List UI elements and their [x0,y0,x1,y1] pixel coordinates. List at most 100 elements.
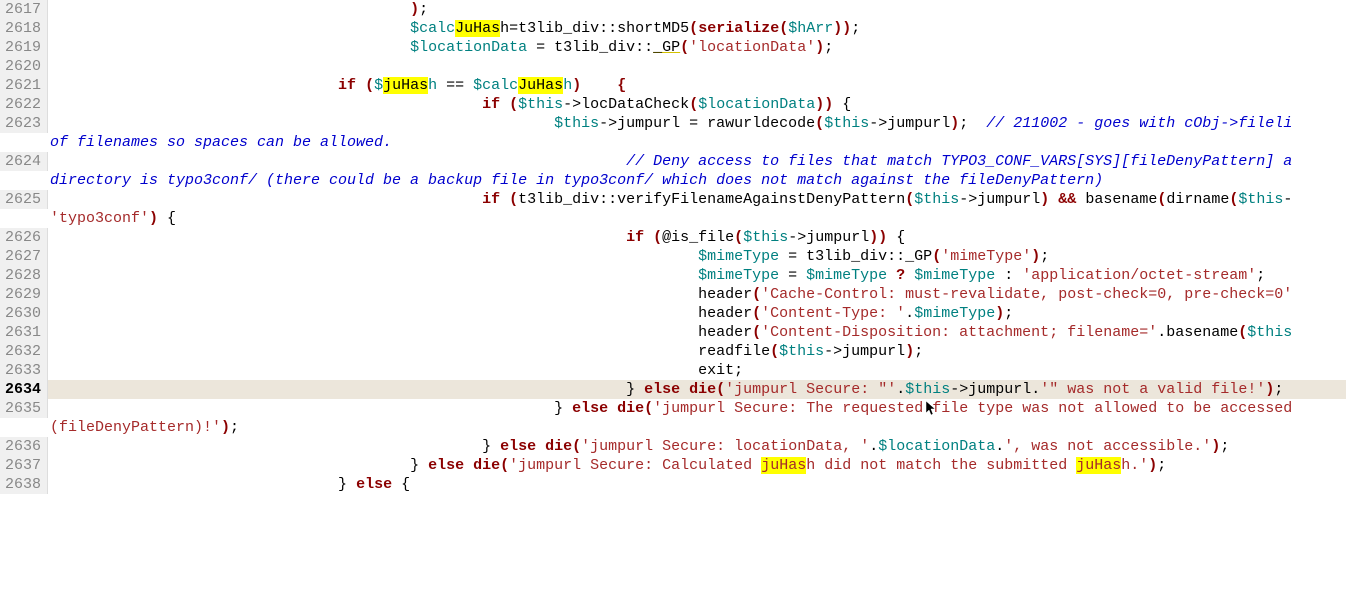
code-token: ) [149,210,158,227]
code-content[interactable]: $calcJuHash=t3lib_div::shortMD5(serializ… [48,19,1346,38]
code-content[interactable]: exit; [48,361,1346,380]
code-line[interactable]: 2633 exit; [0,361,1346,380]
code-line[interactable]: 2635 } else die('jumpurl Secure: The req… [0,399,1346,418]
line-number: 2633 [0,361,48,380]
code-content[interactable]: header('Content-Type: '.$mimeType); [48,304,1346,323]
code-token: _GP [905,248,932,265]
code-token: . [905,305,914,322]
code-line[interactable]: 2619 $locationData = t3lib_div::_GP('loc… [0,38,1346,57]
code-token: $calc [410,20,455,37]
code-line[interactable]: 2620 [0,57,1346,76]
code-token: else [356,476,392,493]
code-token: )) [833,20,851,37]
code-token: ) [995,305,1004,322]
code-content[interactable]: } else die('jumpurl Secure: The requeste… [48,399,1346,418]
code-token: ( [572,438,581,455]
code-line[interactable]: 2632 readfile($this->jumpurl); [0,342,1346,361]
code-content[interactable]: ); [48,0,1346,19]
code-token: )) [815,96,833,113]
code-token: { [887,229,905,246]
code-line[interactable]: 2638 } else { [0,475,1346,494]
code-content[interactable]: header('Cache-Control: must-revalidate, … [48,285,1346,304]
code-content[interactable]: (fileDenyPattern)!'); [48,418,1346,437]
code-token: } [626,381,644,398]
line-number: 2627 [0,247,48,266]
code-token [464,457,473,474]
code-content[interactable]: of filenames so spaces can be allowed. [48,133,1346,152]
code-line[interactable]: 2617 ); [0,0,1346,19]
code-line[interactable]: 2630 header('Content-Type: '.$mimeType); [0,304,1346,323]
code-line[interactable]: 2628 $mimeType = $mimeType ? $mimeType :… [0,266,1346,285]
code-line[interactable]: 2636 } else die('jumpurl Secure: locatio… [0,437,1346,456]
code-token: ( [1238,324,1247,341]
code-token: exit [698,362,734,379]
code-token: ; [1040,248,1049,265]
code-token: ( [752,324,761,341]
code-token: 'locationData' [689,39,815,56]
code-token: $mimeType [698,248,779,265]
code-line[interactable]: 2623 $this->jumpurl = rawurldecode($this… [0,114,1346,133]
code-content[interactable]: } else die('jumpurl Secure: "'.$this->ju… [48,380,1346,399]
code-token: : [995,267,1022,284]
code-content[interactable]: if (@is_file($this->jumpurl)) { [48,228,1346,247]
line-number: 2617 [0,0,48,19]
code-line-wrap[interactable]: of filenames so spaces can be allowed. [0,133,1346,152]
code-content[interactable]: $mimeType = $mimeType ? $mimeType : 'app… [48,266,1346,285]
code-content[interactable]: if ($this->locDataCheck($locationData)) … [48,95,1346,114]
code-line[interactable]: 2621 if ($juHash == $calcJuHash) { [0,76,1346,95]
code-content[interactable]: $mimeType = t3lib_div::_GP('mimeType'); [48,247,1346,266]
code-content[interactable]: } else { [48,475,1346,494]
code-content[interactable]: directory is typo3conf/ (there could be … [48,171,1346,190]
code-token: ; [1004,305,1013,322]
code-line[interactable]: 2631 header('Content-Disposition: attach… [0,323,1346,342]
code-token: ) [1211,438,1220,455]
code-content[interactable]: readfile($this->jumpurl); [48,342,1346,361]
code-token: $locationData [878,438,995,455]
code-line-wrap[interactable]: 'typo3conf') { [0,209,1346,228]
code-editor[interactable]: 2617 );2618 $calcJuHash=t3lib_div::short… [0,0,1346,494]
code-token: JuHas [455,20,500,37]
code-token: :: [599,191,617,208]
line-number: 2638 [0,475,48,494]
code-token: $calc [473,77,518,94]
line-number: 2631 [0,323,48,342]
code-content[interactable]: $locationData = t3lib_div::_GP('location… [48,38,1346,57]
code-token: $hArr [788,20,833,37]
code-token: ) [950,115,959,132]
code-line-wrap[interactable]: directory is typo3conf/ (there could be … [0,171,1346,190]
code-token: && [1058,191,1076,208]
code-token: jumpurl [977,191,1040,208]
code-content[interactable]: $this->jumpurl = rawurldecode($this->jum… [48,114,1346,133]
code-token: jumpurl [887,115,950,132]
line-number: 2636 [0,437,48,456]
code-line[interactable]: 2618 $calcJuHash=t3lib_div::shortMD5(ser… [0,19,1346,38]
code-line[interactable]: 2627 $mimeType = t3lib_div::_GP('mimeTyp… [0,247,1346,266]
code-token: h did not match the submitted [806,457,1076,474]
code-content[interactable]: // Deny access to files that match TYPO3… [48,152,1346,171]
code-token: h.' [1121,457,1148,474]
code-token: serialize [698,20,779,37]
code-line[interactable]: 2626 if (@is_file($this->jumpurl)) { [0,228,1346,247]
code-token: JuHas [518,77,563,94]
code-line[interactable]: 2625 if (t3lib_div::verifyFilenameAgains… [0,190,1346,209]
code-content[interactable]: } else die('jumpurl Secure: Calculated j… [48,456,1346,475]
code-token: ; [959,115,986,132]
code-line[interactable]: 2624 // Deny access to files that match … [0,152,1346,171]
code-line[interactable]: 2629 header('Cache-Control: must-revalid… [0,285,1346,304]
code-content[interactable]: if (t3lib_div::verifyFilenameAgainstDeny… [48,190,1346,209]
code-line-wrap[interactable]: (fileDenyPattern)!'); [0,418,1346,437]
code-line[interactable]: 2634 } else die('jumpurl Secure: "'.$thi… [0,380,1346,399]
code-content[interactable]: header('Content-Disposition: attachment;… [48,323,1346,342]
code-content[interactable]: } else die('jumpurl Secure: locationData… [48,437,1346,456]
code-token: die [545,438,572,455]
code-token: @ [662,229,671,246]
code-line[interactable]: 2637 } else die('jumpurl Secure: Calcula… [0,456,1346,475]
code-token: ; [419,1,428,18]
code-content[interactable]: if ($juHash == $calcJuHash) { [48,76,1346,95]
code-line[interactable]: 2622 if ($this->locDataCheck($locationDa… [0,95,1346,114]
code-token: $this [914,191,959,208]
line-number: 2637 [0,456,48,475]
code-token: h [428,77,437,94]
code-content[interactable]: 'typo3conf') { [48,209,1346,228]
code-token: ; [1220,438,1229,455]
